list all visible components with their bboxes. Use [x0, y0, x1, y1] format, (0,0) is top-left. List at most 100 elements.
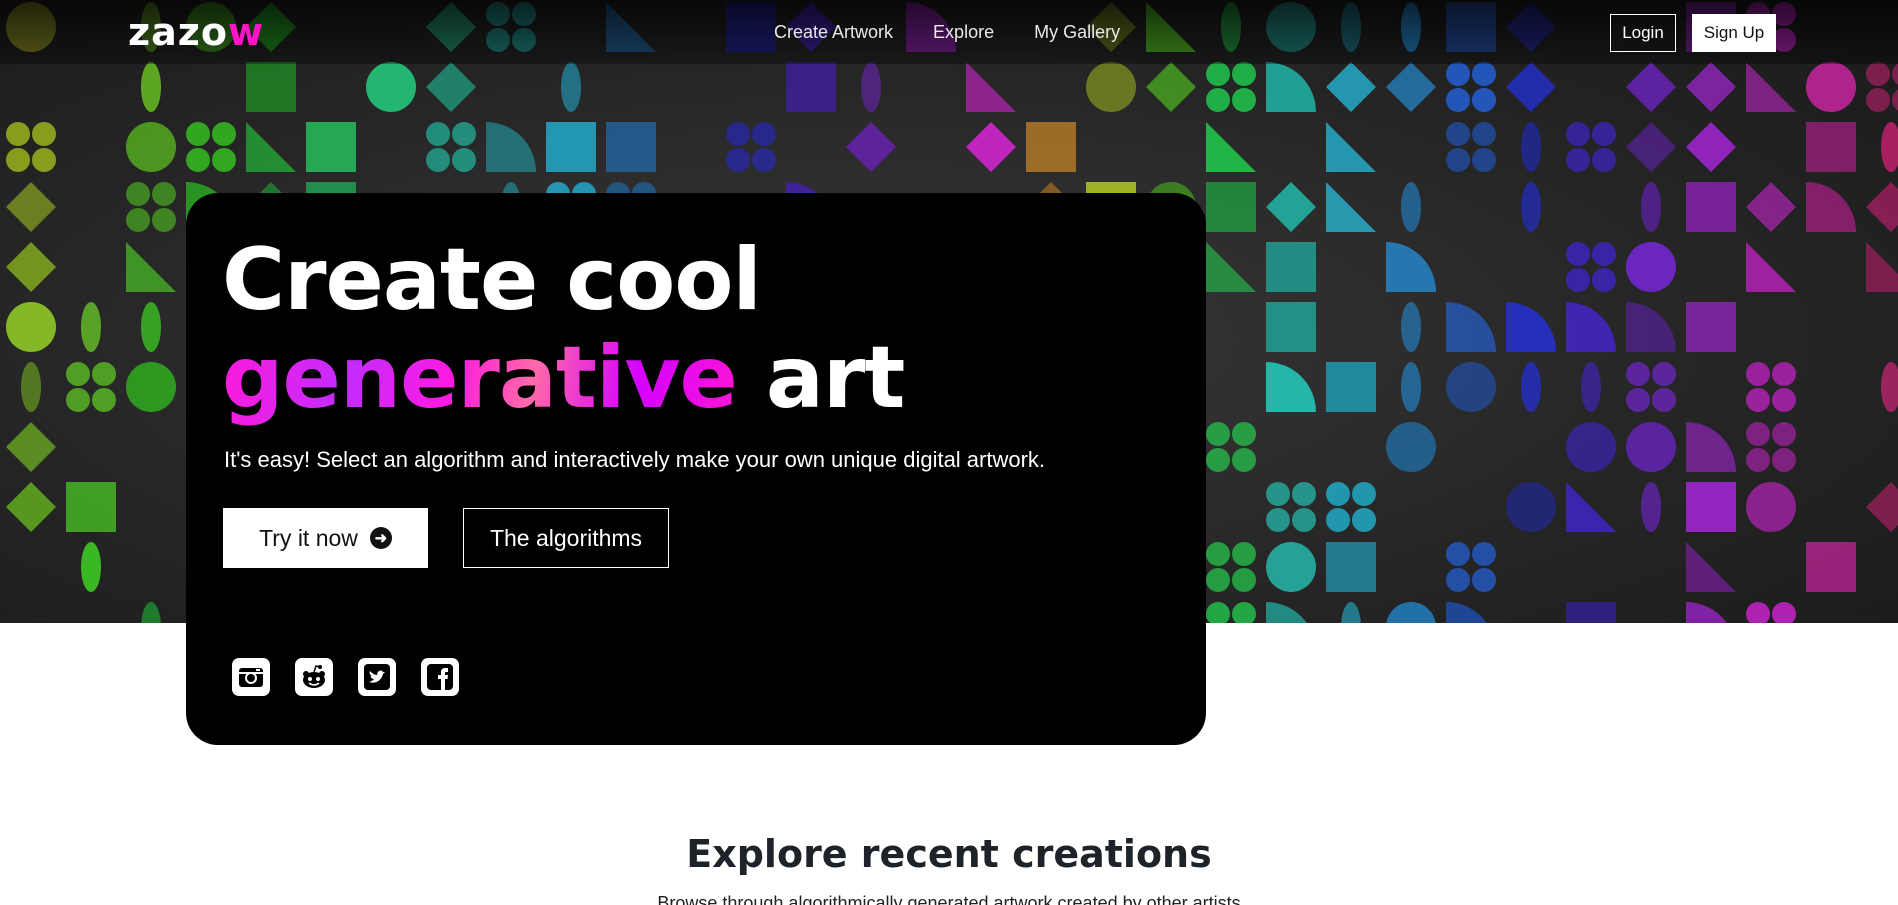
pattern-shape [1746, 482, 1796, 532]
pattern-shape [1566, 242, 1590, 266]
pattern-shape [1566, 148, 1590, 172]
logo-accent: w [227, 10, 265, 54]
pattern-shape [1592, 268, 1616, 292]
try-it-now-label: Try it now [259, 524, 358, 551]
pattern-shape [186, 148, 210, 172]
nav-my-gallery[interactable]: My Gallery [1034, 20, 1120, 44]
twitter-icon[interactable] [358, 658, 396, 696]
pattern-shape [1472, 88, 1496, 112]
pattern-shape [1566, 302, 1616, 352]
reddit-icon[interactable] [295, 658, 333, 696]
pattern-shape [1626, 388, 1650, 412]
arrow-right-circle-icon: ➜ [369, 527, 392, 549]
pattern-shape [1746, 602, 1770, 623]
pattern-shape [1386, 122, 1436, 147]
pattern-shape [1472, 122, 1496, 146]
pattern-shape [306, 122, 356, 172]
pattern-shape [152, 208, 176, 232]
pattern-shape [1521, 182, 1541, 232]
pattern-shape [1686, 542, 1736, 592]
pattern-shape [1386, 482, 1436, 507]
pattern-shape [1506, 62, 1556, 112]
pattern-shape [1326, 122, 1376, 172]
pattern-shape [1772, 422, 1796, 446]
pattern-shape [1266, 542, 1316, 592]
pattern-shape [1746, 242, 1796, 292]
pattern-shape [6, 482, 56, 532]
pattern-shape [1806, 182, 1856, 232]
headline-highlight: generative [222, 328, 738, 428]
pattern-shape [426, 122, 450, 146]
login-button[interactable]: Login [1610, 14, 1676, 52]
pattern-shape [1746, 122, 1796, 147]
pattern-shape [1206, 568, 1230, 592]
pattern-shape [1232, 88, 1256, 112]
logo[interactable]: zazow [128, 6, 264, 58]
signup-button[interactable]: Sign Up [1692, 14, 1776, 52]
pattern-shape [6, 122, 30, 146]
headline-tail: art [765, 328, 906, 428]
pattern-shape [966, 122, 1016, 172]
pattern-shape [81, 302, 101, 352]
logo-text: zazo [128, 10, 228, 54]
pattern-shape [1506, 482, 1556, 532]
pattern-shape [752, 122, 776, 146]
pattern-shape [1746, 182, 1796, 232]
try-it-now-button[interactable]: Try it now ➜ [223, 508, 428, 568]
facebook-icon[interactable] [421, 658, 459, 696]
pattern-shape [1772, 388, 1796, 412]
pattern-shape [152, 182, 176, 206]
pattern-shape [1446, 62, 1470, 86]
pattern-shape [1746, 362, 1770, 386]
pattern-shape [1746, 302, 1796, 327]
pattern-shape [1686, 482, 1736, 532]
algorithms-button[interactable]: The algorithms [463, 508, 669, 568]
social-links [232, 658, 459, 696]
nav-create-artwork[interactable]: Create Artwork [774, 20, 893, 44]
pattern-shape [66, 362, 90, 386]
pattern-shape [1232, 602, 1256, 623]
nav-explore[interactable]: Explore [933, 20, 994, 44]
pattern-shape [186, 122, 210, 146]
pattern-shape [6, 182, 56, 232]
pattern-shape [6, 422, 56, 472]
pattern-shape [1746, 448, 1770, 472]
nav-links: Create Artwork Explore My Gallery [774, 20, 1120, 44]
pattern-shape [1806, 122, 1856, 172]
pattern-shape [1472, 542, 1496, 566]
pattern-shape [1806, 542, 1856, 592]
pattern-shape [1746, 62, 1796, 112]
pattern-shape [1626, 242, 1676, 292]
pattern-shape [6, 242, 56, 292]
pattern-shape [1626, 422, 1676, 472]
pattern-shape [141, 602, 161, 623]
pattern-shape [846, 122, 896, 172]
hero-subtitle: It's easy! Select an algorithm and inter… [224, 447, 1046, 472]
navbar: zazow Create Artwork Explore My Gallery … [0, 0, 1898, 64]
pattern-shape [1566, 268, 1590, 292]
pattern-shape [546, 122, 596, 172]
pattern-shape [1386, 62, 1436, 112]
pattern-shape [786, 62, 836, 112]
pattern-shape [1352, 482, 1376, 506]
pattern-shape [1641, 182, 1661, 232]
pattern-shape [1626, 122, 1676, 172]
pattern-shape [1866, 182, 1898, 232]
instagram-icon[interactable] [232, 658, 270, 696]
pattern-shape [141, 302, 161, 352]
pattern-shape [1206, 422, 1230, 446]
pattern-shape [1326, 362, 1376, 412]
pattern-shape [1806, 602, 1856, 623]
pattern-shape [6, 302, 56, 352]
pattern-shape [1866, 242, 1898, 292]
pattern-shape [126, 182, 150, 206]
pattern-shape [1386, 242, 1436, 292]
pattern-shape [1866, 482, 1898, 532]
pattern-shape [1866, 88, 1890, 112]
pattern-shape [212, 122, 236, 146]
pattern-shape [32, 148, 56, 172]
explore-title: Explore recent creations [686, 832, 1212, 876]
pattern-shape [1472, 568, 1496, 592]
pattern-shape [1326, 242, 1376, 267]
pattern-shape [561, 62, 581, 112]
